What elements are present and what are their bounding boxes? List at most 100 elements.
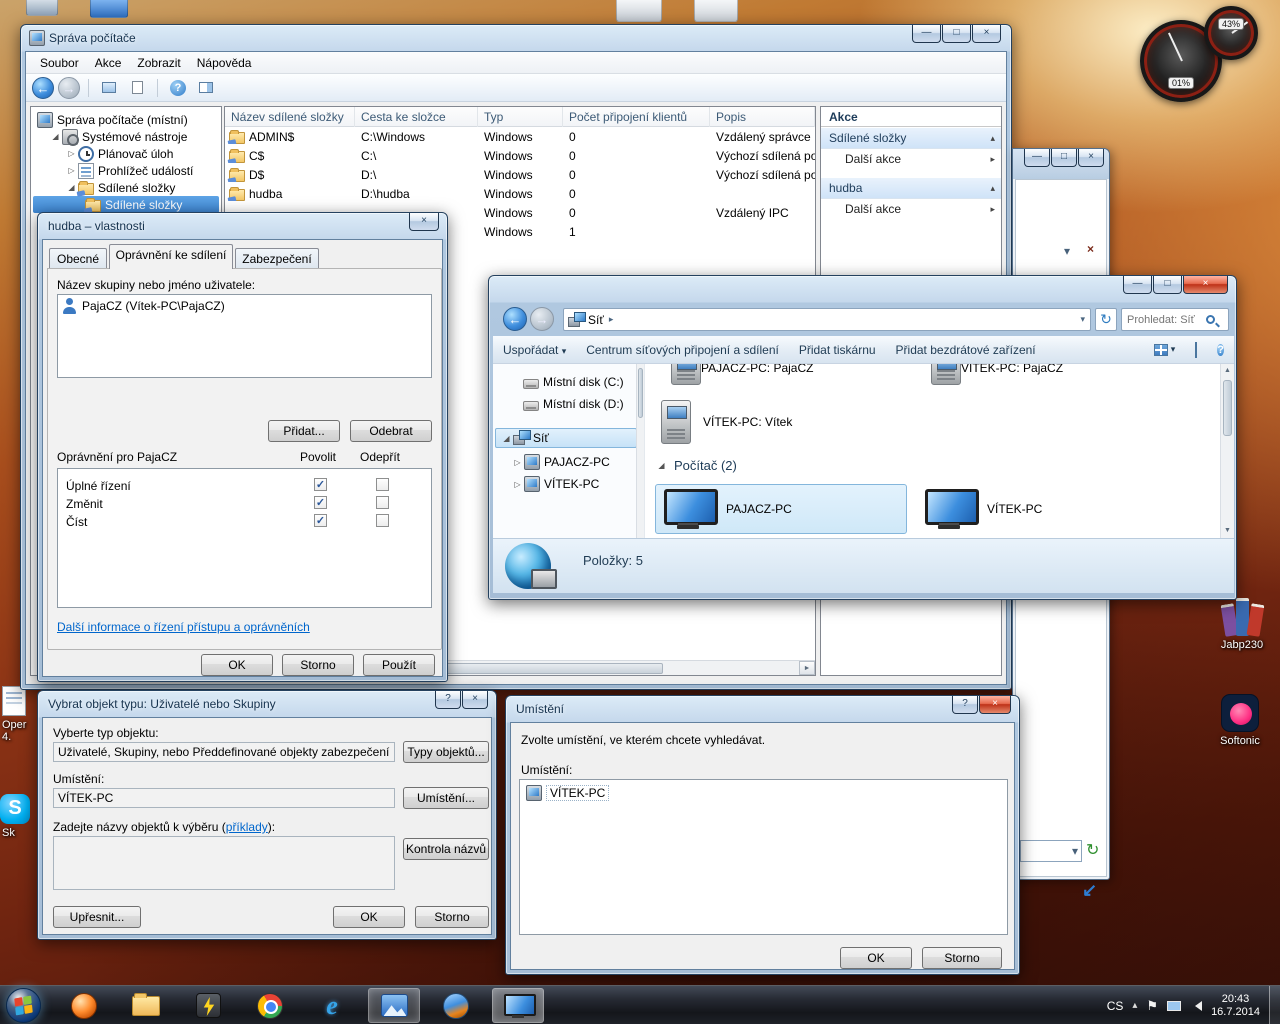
nav-item-disk-c[interactable]: Místní disk (C:) [523,372,624,392]
collapse-icon[interactable]: ▴ [990,133,995,144]
address-bar[interactable]: Síť ▸ ▾ [563,308,1091,331]
location-tree[interactable]: VÍTEK-PC [519,779,1008,935]
minimize-button[interactable]: — [1123,276,1152,294]
expander-icon[interactable]: ▷ [511,480,524,489]
share-row-hudba[interactable]: hudba D:\hudbaWindows 0 [225,184,815,203]
close-button[interactable]: × [1078,149,1104,167]
expander-icon[interactable]: ◢ [65,183,78,192]
minimize-button[interactable]: — [1024,149,1050,167]
actions-section-shared-folders[interactable]: Sdílené složky ▴ [821,127,1001,149]
close-icon[interactable]: × [1087,242,1094,256]
forward-button[interactable]: → [530,307,554,331]
expander-icon[interactable]: ◢ [655,461,668,470]
expander-icon[interactable]: ▷ [65,166,78,175]
group-list[interactable]: PajaCZ (Vítek-PC\PajaCZ) [57,294,432,378]
console-tree-button[interactable] [97,77,121,99]
taskbar-media-player[interactable] [58,988,110,1023]
dialog-titlebar[interactable]: hudba – vlastnosti × [38,213,447,239]
locations-button[interactable]: Umístění... [403,787,489,809]
check-names-button[interactable]: Kontrola názvů [403,838,489,860]
menu-akce[interactable]: Akce [87,54,130,72]
refresh-button[interactable]: ↻ [1095,308,1117,331]
volume-tray-icon[interactable] [1190,1001,1202,1011]
share-row-admin[interactable]: ADMIN$ C:\WindowsWindows 0Vzdálený správ… [225,127,815,146]
add-button[interactable]: Přidat... [268,420,340,442]
add-wireless-button[interactable]: Přidat bezdrátové zařízení [886,343,1046,357]
nav-item-pajacz-pc[interactable]: ▷ PAJACZ-PC [511,452,610,472]
close-button[interactable]: × [462,691,488,709]
column-header-type[interactable]: Typ [478,107,563,127]
share-row-c[interactable]: C$ C:\Windows 0Výchozí sdílená pol [225,146,815,165]
combo-box[interactable]: ▾ [1020,840,1082,862]
desktop-icon-fragment[interactable] [26,0,58,16]
language-indicator[interactable]: CS [1107,999,1124,1013]
action-pane-button[interactable] [194,77,218,99]
media-item-pajacz[interactable]: PAJACZ-PC: PajaCZ [661,364,911,386]
network-center-button[interactable]: Centrum síťových připojení a sdílení [576,343,789,357]
group-header[interactable]: ◢ Počítač (2) [655,458,737,473]
taskbar-photo-viewer[interactable] [368,988,420,1023]
clock[interactable]: 20:43 16.7.2014 [1211,993,1260,1019]
advanced-button[interactable]: Upřesnit... [53,906,141,928]
scroll-right-button[interactable]: ► [799,661,815,675]
start-button[interactable] [6,988,41,1023]
expander-icon[interactable]: ▷ [65,149,78,158]
scrollbar-thumb[interactable] [1223,380,1232,436]
address-dropdown-icon[interactable]: ▾ [1075,314,1090,325]
views-button[interactable]: ▾ [1144,344,1186,356]
nav-item-vitek-pc[interactable]: ▷ VÍTEK-PC [511,474,599,494]
dialog-titlebar[interactable]: Vybrat objekt typu: Uživatelé nebo Skupi… [38,691,496,717]
taskbar-app-orb[interactable] [430,988,482,1023]
allow-checkbox-zmenit[interactable]: ✓ [314,496,327,509]
cancel-button[interactable]: Storno [922,947,1002,969]
back-button[interactable]: ← [32,77,54,99]
desktop-icon-fragment[interactable] [616,0,662,22]
tab-opravneni-ke-sdileni[interactable]: Oprávnění ke sdílení [109,244,233,269]
preview-pane-button[interactable] [1185,343,1207,357]
expander-icon[interactable]: ◢ [500,434,513,443]
add-printer-button[interactable]: Přidat tiskárnu [789,343,886,357]
show-desktop-button[interactable] [1269,986,1280,1024]
location-field[interactable] [53,788,395,808]
location-tree-item-vitek-pc[interactable]: VÍTEK-PC [520,780,1007,806]
tree-item-system-tools[interactable]: ◢ Systémové nástroje [31,128,221,145]
help-button[interactable]: ? [166,77,190,99]
menu-soubor[interactable]: Soubor [32,54,87,72]
desktop-icon-fragment[interactable] [90,0,128,18]
maximize-button[interactable]: □ [942,25,971,43]
maximize-button[interactable]: □ [1153,276,1182,294]
desktop-icon-opera[interactable]: Oper 4. [0,686,38,743]
go-arrow-icon[interactable]: ↙ [1082,880,1097,901]
cm-titlebar[interactable]: Správa počítače — □ × [21,25,1011,51]
desktop-icon-jabp230[interactable]: Jabp230 [1200,594,1280,651]
tree-item-task-scheduler[interactable]: ▷ Plánovač úloh [31,145,221,162]
ok-button[interactable]: OK [333,906,405,928]
desktop-icon-softonic[interactable]: Softonic [1202,694,1278,747]
explorer-titlebar[interactable]: — □ × [489,276,1236,302]
column-header-path[interactable]: Cesta ke složce [355,107,478,127]
close-button[interactable]: × [1183,276,1228,294]
menu-zobrazit[interactable]: Zobrazit [129,54,188,72]
help-button[interactable]: ? [435,691,461,709]
computer-tile-vitek[interactable]: VÍTEK-PC [917,484,1169,534]
breadcrumb-arrow-icon[interactable]: ▸ [604,314,619,325]
allow-checkbox-upln e-rizeni[interactable]: ✓ [314,478,327,491]
tree-item-computer-management[interactable]: Správa počítače (místní) [31,111,221,128]
actions-item-dalsi-akce-2[interactable]: Další akce ▸ [821,199,1001,219]
access-control-link[interactable]: Další informace o řízení přístupu a oprá… [57,620,310,634]
group-list-item[interactable]: PajaCZ (Vítek-PC\PajaCZ) [58,295,431,317]
close-button[interactable]: × [972,25,1001,43]
permissions-list[interactable]: Úplné řízení ✓ Změnit ✓ Číst ✓ [57,468,432,608]
search-input[interactable] [1122,314,1206,326]
network-tray-icon[interactable] [1167,1001,1181,1011]
column-header-name[interactable]: Název sdílené složky [225,107,355,127]
cpu-meter-gadget[interactable]: 01% 43% [1138,4,1260,110]
tab-zabezpeceni[interactable]: Zabezpečení [235,248,319,269]
examples-link[interactable]: příklady [226,820,268,834]
ok-button[interactable]: OK [201,654,273,676]
close-button[interactable]: × [409,213,439,231]
column-header-clients[interactable]: Počet připojení klientů [563,107,710,127]
deny-checkbox-uplne-rizeni[interactable] [376,478,389,491]
object-types-button[interactable]: Typy objektů... [403,741,489,763]
column-header-desc[interactable]: Popis [710,107,815,127]
